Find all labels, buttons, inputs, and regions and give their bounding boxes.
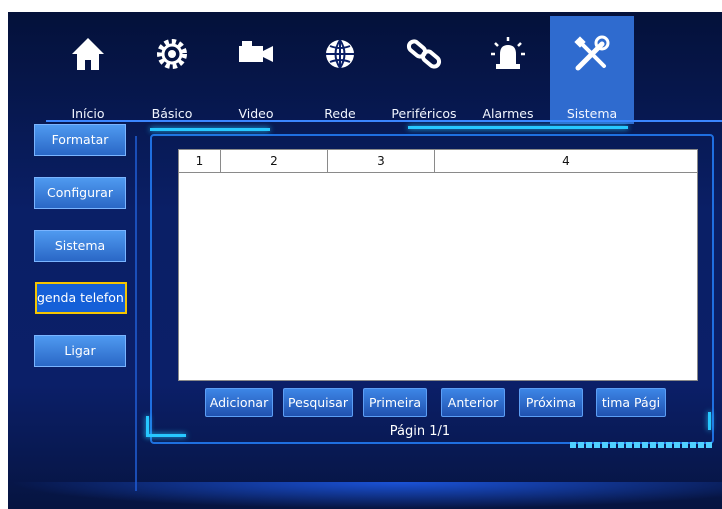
table-header: 1 2 3 4 bbox=[179, 150, 697, 173]
panel-glow-top-left bbox=[150, 128, 270, 131]
last-page-button[interactable]: tima Pági bbox=[596, 388, 666, 417]
tab-rede[interactable]: Rede bbox=[298, 16, 382, 124]
sidebar-item-agenda-telefonica[interactable]: genda telefonia bbox=[35, 282, 127, 314]
previous-page-button[interactable]: Anterior bbox=[441, 388, 505, 417]
tab-label: Periféricos bbox=[391, 106, 457, 121]
sidebar-divider bbox=[135, 136, 137, 491]
tab-label: Alarmes bbox=[482, 106, 534, 121]
phonebook-table: 1 2 3 4 bbox=[178, 149, 698, 381]
tab-sistema[interactable]: Sistema bbox=[550, 16, 634, 124]
panel-glow-right bbox=[708, 412, 711, 430]
sidebar-item-ligar[interactable]: Ligar bbox=[34, 335, 126, 367]
column-header-4: 4 bbox=[562, 154, 570, 168]
tab-inicio[interactable]: Início bbox=[46, 16, 130, 124]
video-camera-icon bbox=[239, 41, 273, 62]
nav-underline bbox=[46, 120, 722, 122]
gear-icon bbox=[157, 39, 187, 69]
next-page-button[interactable]: Próxima bbox=[519, 388, 583, 417]
tab-label: Video bbox=[238, 106, 274, 121]
first-page-button[interactable]: Primeira bbox=[363, 388, 427, 417]
sidebar-item-configurar[interactable]: Configurar bbox=[34, 177, 126, 209]
sidebar-item-sistema[interactable]: Sistema bbox=[34, 230, 126, 262]
bottom-glow bbox=[8, 482, 722, 509]
tab-perifericos[interactable]: Periféricos bbox=[382, 16, 466, 124]
tab-basico[interactable]: Básico bbox=[130, 16, 214, 124]
page-indicator: Págin 1/1 bbox=[389, 424, 451, 439]
tab-label: Básico bbox=[151, 106, 193, 121]
decorative-dots bbox=[570, 433, 720, 448]
dvr-settings-screen: Início Básico Video Rede Periféricos Ala… bbox=[8, 12, 722, 509]
column-header-2: 2 bbox=[221, 150, 328, 172]
panel-glow-top-right bbox=[408, 126, 628, 129]
top-navigation: Início Básico Video Rede Periféricos Ala… bbox=[46, 16, 722, 124]
home-icon bbox=[72, 38, 104, 70]
tab-label: Início bbox=[71, 106, 105, 121]
tools-icon bbox=[574, 35, 610, 71]
search-button[interactable]: Pesquisar bbox=[283, 388, 353, 417]
panel-glow-bottom-left-h bbox=[146, 434, 186, 437]
tab-label: Rede bbox=[324, 106, 356, 121]
globe-icon bbox=[326, 39, 354, 69]
column-header-1: 1 bbox=[179, 150, 221, 172]
tab-alarmes[interactable]: Alarmes bbox=[466, 16, 550, 124]
column-header-3: 3 bbox=[328, 150, 435, 172]
alarm-siren-icon bbox=[491, 37, 525, 69]
chain-link-icon bbox=[406, 39, 442, 69]
panel-glow-bottom-left bbox=[146, 416, 149, 436]
add-button[interactable]: Adicionar bbox=[205, 388, 273, 417]
tab-video[interactable]: Video bbox=[214, 16, 298, 124]
tab-label: Sistema bbox=[566, 106, 618, 121]
sidebar-item-formatar[interactable]: Formatar bbox=[34, 124, 126, 156]
